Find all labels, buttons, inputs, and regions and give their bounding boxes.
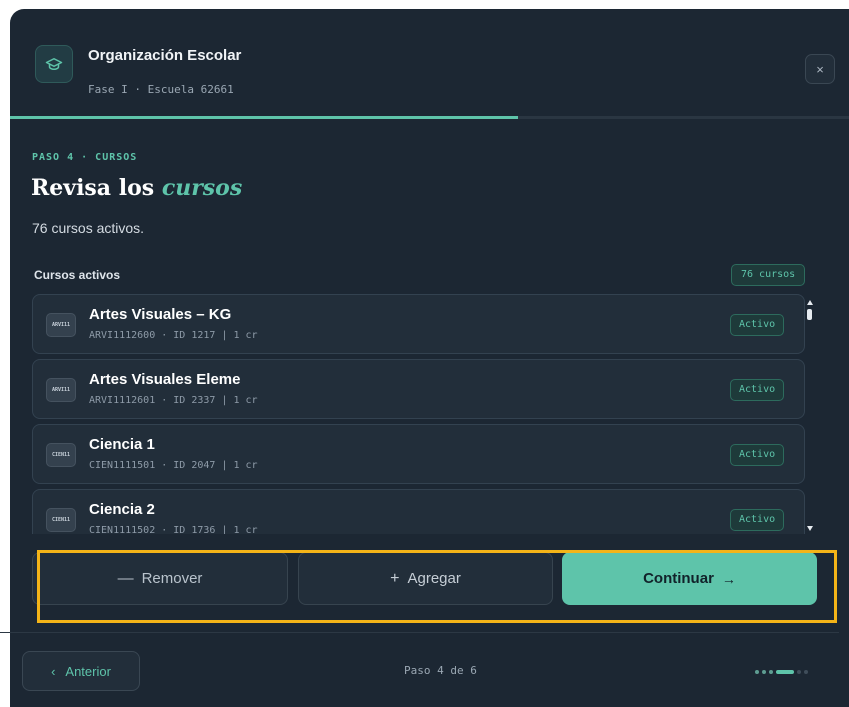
course-name: Artes Visuales Eleme [89,371,241,388]
progress-bar [10,116,849,119]
course-icon: ARVI11 [46,378,76,402]
remove-button-label: Remover [141,570,203,587]
status-badge: Activo [730,379,785,401]
step-dot-active [776,669,794,674]
step-counter: Paso 4 de 6 [404,664,477,677]
list-item[interactable]: CIEN11 Ciencia 1 CIEN1111501 · ID 2047 |… [32,424,805,484]
list-item[interactable]: ARVI11 Artes Visuales Eleme ARVI1112601 … [32,359,805,419]
step-dots [755,669,808,674]
scrollbar-thumb[interactable] [807,309,812,320]
course-meta: CIEN1111501 · ID 2047 | 1 cr [89,460,258,471]
action-bar: — Remover + Agregar Continuar → [32,552,822,606]
modal-title: Organización Escolar [88,47,242,64]
previous-button-label: Anterior [65,663,111,679]
chevron-left-icon: ‹ [51,663,56,679]
close-icon: × [816,61,824,77]
list-item[interactable]: ARVI11 Artes Visuales – KG ARVI1112600 ·… [32,294,805,354]
course-icon: CIEN11 [46,508,76,532]
page-title-text: Revisa los [31,175,155,201]
course-icon: ARVI11 [46,313,76,337]
count-badge: 76 cursos [731,264,806,286]
scroll-up-arrow-icon[interactable] [807,300,813,305]
add-button[interactable]: + Agregar [298,552,553,605]
course-meta: ARVI1112600 · ID 1217 | 1 cr [89,330,258,341]
step-label: PASO 4 · CURSOS [32,152,138,163]
footer-divider [0,632,839,633]
arrow-right-icon: → [721,570,736,587]
previous-button[interactable]: ‹ Anterior [22,651,140,691]
course-name: Artes Visuales – KG [89,306,232,323]
course-meta: ARVI1112601 · ID 2337 | 1 cr [89,395,258,406]
status-badge: Activo [730,314,785,336]
remove-button[interactable]: — Remover [32,552,288,605]
modal-subtitle: Fase I · Escuela 62661 [88,83,234,96]
step-dot [755,669,759,674]
course-icon: CIEN11 [46,443,76,467]
continue-button[interactable]: Continuar → [562,552,817,605]
minus-icon: — [117,569,134,587]
status-badge: Activo [730,444,785,466]
progress-bar-fill [10,116,518,119]
step-dot [797,669,801,674]
graduation-cap-icon [35,45,73,83]
plus-icon: + [390,569,400,587]
page-title-emphasis: cursos [161,175,243,201]
course-name: Ciencia 2 [89,501,155,518]
step-dot [769,669,773,674]
modal-header: Organización Escolar Fase I · Escuela 62… [10,9,849,119]
course-meta: CIEN1111502 · ID 1736 | 1 cr [89,525,258,534]
list-title: Cursos activos [34,268,121,282]
step-dot [804,669,808,674]
list-item[interactable]: CIEN11 Ciencia 2 CIEN1111502 · ID 1736 |… [32,489,805,534]
add-button-label: Agregar [407,570,461,587]
close-button[interactable]: × [805,54,835,84]
page-title: Revisa los cursos [31,175,242,201]
continue-button-label: Continuar [643,570,714,587]
step-dot [762,669,766,674]
course-name: Ciencia 1 [89,436,155,453]
course-list[interactable]: ARVI11 Artes Visuales – KG ARVI1112600 ·… [32,294,828,534]
step-description: 76 cursos activos. [32,220,145,236]
status-badge: Activo [730,509,785,531]
scroll-down-arrow-icon[interactable] [807,526,813,531]
